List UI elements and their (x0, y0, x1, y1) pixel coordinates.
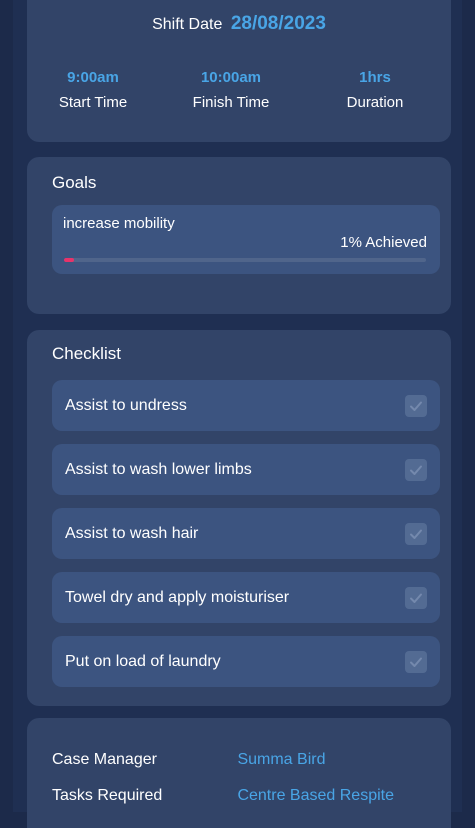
checklist-item[interactable]: Assist to wash lower limbs (52, 444, 440, 495)
checkmark-icon (410, 401, 422, 411)
duration: 1hrs Duration (310, 68, 440, 113)
goals-card: Goals increase mobility 1% Achieved (27, 157, 451, 314)
checklist-item[interactable]: Assist to undress (52, 380, 440, 431)
checkmark-icon (410, 465, 422, 475)
start-time: 9:00am Start Time (28, 68, 158, 113)
goal-name: increase mobility (63, 215, 175, 232)
checklist-item-label: Assist to wash hair (65, 525, 199, 542)
duration-value: 1hrs (359, 69, 391, 86)
checklist-item-label: Assist to undress (65, 397, 187, 414)
checkbox[interactable] (405, 395, 427, 417)
checkbox[interactable] (405, 651, 427, 673)
finish-time-label: Finish Time (192, 94, 270, 111)
case-manager-row: Case Manager Summa Bird (52, 749, 325, 771)
checklist-item-label: Towel dry and apply moisturiser (65, 589, 290, 606)
checkbox[interactable] (405, 587, 427, 609)
checklist-item[interactable]: Assist to wash hair (52, 508, 440, 559)
case-manager-label: Case Manager (52, 751, 157, 768)
goal-progress-bar (64, 258, 426, 262)
checklist-title: Checklist (52, 344, 121, 363)
checklist-item-label: Assist to wash lower limbs (65, 461, 252, 478)
checkbox[interactable] (405, 459, 427, 481)
duration-label: Duration (346, 94, 404, 111)
checklist-card: Checklist Assist to undress Assist to wa… (27, 330, 451, 706)
tasks-required-row: Tasks Required Centre Based Respite (52, 785, 394, 807)
goal-item[interactable]: increase mobility 1% Achieved (52, 205, 440, 274)
tasks-required-value[interactable]: Centre Based Respite (237, 787, 394, 804)
shift-summary-card: Shift Date 28/08/2023 9:00am Start Time … (27, 0, 451, 142)
start-time-value: 9:00am (67, 69, 119, 86)
tasks-required-label: Tasks Required (52, 787, 163, 804)
checklist-item-label: Put on load of laundry (65, 653, 221, 670)
shift-details-page: Shift Date 28/08/2023 9:00am Start Time … (13, 0, 462, 828)
checkmark-icon (410, 593, 422, 603)
checkmark-icon (410, 657, 422, 667)
shift-date-label: Shift Date (152, 16, 223, 33)
case-manager-value[interactable]: Summa Bird (237, 751, 325, 768)
shift-date-value: 28/08/2023 (230, 13, 326, 34)
goal-achieved-text: 1% Achieved (340, 234, 427, 251)
goal-progress-fill (64, 258, 74, 262)
checkbox[interactable] (405, 523, 427, 545)
goals-title: Goals (52, 173, 97, 192)
finish-time-value: 10:00am (200, 69, 262, 86)
finish-time: 10:00am Finish Time (166, 68, 296, 113)
start-time-label: Start Time (58, 94, 128, 111)
checklist-item[interactable]: Put on load of laundry (52, 636, 440, 687)
checkmark-icon (410, 529, 422, 539)
checklist-item[interactable]: Towel dry and apply moisturiser (52, 572, 440, 623)
shift-date-row: Shift Date 28/08/2023 (27, 13, 451, 36)
